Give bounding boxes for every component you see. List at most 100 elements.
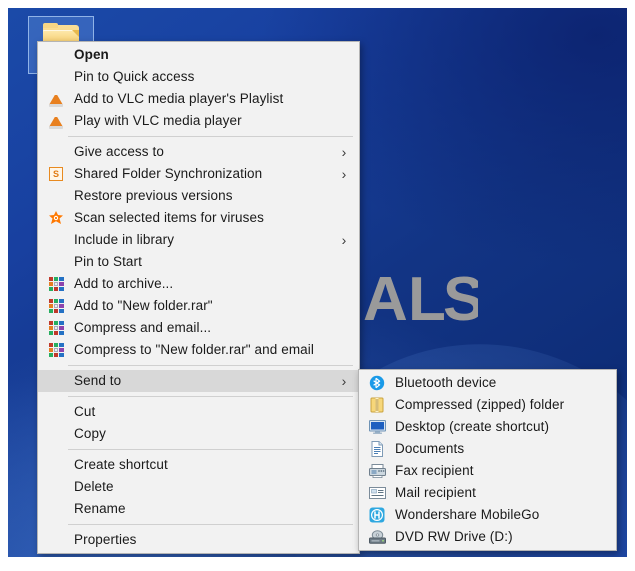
menu-item[interactable]: Give access to › [38,141,359,163]
frame-bottom [0,557,635,571]
menu-item[interactable]: Play with VLC media player [38,110,359,132]
menu-item[interactable]: Add to archive... [38,273,359,295]
icon-placeholder [44,143,68,161]
icon-placeholder [44,46,68,64]
menu-item[interactable]: Restore previous versions [38,185,359,207]
menu-item-label: Cut [74,404,96,419]
desktop-icon [365,418,389,436]
icon-placeholder [44,68,68,86]
avast-icon [44,209,68,227]
menu-item[interactable]: Copy [38,423,359,445]
menu-separator [68,396,353,397]
menu-item-label: Wondershare MobileGo [395,507,540,522]
menu-item-label: Compress and email... [74,320,212,335]
menu-item[interactable]: Compress to "New folder.rar" and email [38,339,359,361]
zipped-folder-icon [365,396,389,414]
mobilego-icon [365,506,389,524]
fax-icon [365,462,389,480]
menu-item-label: Open [74,47,109,62]
menu-item-label: Shared Folder Synchronization [74,166,263,181]
winrar-icon [44,275,68,293]
menu-item[interactable]: Desktop (create shortcut) [359,416,616,438]
folder-context-menu[interactable]: Open Pin to Quick access Add to VLC media … [37,41,360,554]
menu-item[interactable]: Send to › [38,370,359,392]
icon-placeholder [44,531,68,549]
chevron-right-icon: › [341,373,347,389]
chevron-right-icon: › [341,144,347,160]
menu-item[interactable]: Create shortcut [38,454,359,476]
menu-item-label: Give access to [74,144,164,159]
menu-item-label: Desktop (create shortcut) [395,419,550,434]
svg-text:A: A [363,265,410,334]
menu-item-label: Restore previous versions [74,188,233,203]
menu-item-label: Compress to "New folder.rar" and email [74,342,314,357]
send-to-submenu[interactable]: Bluetooth device Compressed (zipped) fold… [358,369,617,551]
menu-item-label: Pin to Start [74,254,142,269]
menu-item[interactable]: Fax recipient [359,460,616,482]
menu-item[interactable]: Include in library › [38,229,359,251]
icon-placeholder [44,187,68,205]
svg-text:L: L [408,265,448,334]
menu-item-label: Bluetooth device [395,375,497,390]
screenshot-root: New A P U A L S [0,0,635,571]
menu-item[interactable]: Documents [359,438,616,460]
winrar-icon [44,319,68,337]
menu-item[interactable]: Cut [38,401,359,423]
menu-item-label: Create shortcut [74,457,168,472]
dvd-drive-icon [365,528,389,546]
icon-placeholder [44,253,68,271]
frame-right [627,0,635,571]
icon-placeholder [44,403,68,421]
menu-item[interactable]: Scan selected items for viruses [38,207,359,229]
mail-icon [365,484,389,502]
menu-item[interactable]: DVD RW Drive (D:) [359,526,616,548]
menu-item-label: Delete [74,479,114,494]
menu-item-label: Fax recipient [395,463,474,478]
menu-item[interactable]: Rename [38,498,359,520]
menu-item-label: Pin to Quick access [74,69,195,84]
menu-item-label: Copy [74,426,106,441]
menu-separator [68,449,353,450]
shared-folder-sync-icon: S [44,165,68,183]
vlc-icon [44,112,68,130]
menu-item[interactable]: Pin to Quick access [38,66,359,88]
chevron-right-icon: › [341,166,347,182]
icon-placeholder [44,372,68,390]
frame-top [0,0,635,8]
winrar-icon [44,297,68,315]
menu-item[interactable]: Pin to Start [38,251,359,273]
menu-item[interactable]: Wondershare MobileGo [359,504,616,526]
menu-item[interactable]: Open [38,44,359,66]
vlc-icon [44,90,68,108]
icon-placeholder [44,425,68,443]
menu-item-label: Scan selected items for viruses [74,210,264,225]
menu-item-label: Properties [74,532,137,547]
documents-icon [365,440,389,458]
menu-item[interactable]: Mail recipient [359,482,616,504]
menu-item-label: Documents [395,441,465,456]
menu-item[interactable]: Delete [38,476,359,498]
frame-left [0,0,8,571]
menu-item[interactable]: Compress and email... [38,317,359,339]
menu-item-label: Add to "New folder.rar" [74,298,213,313]
menu-item[interactable]: Properties [38,529,359,551]
icon-placeholder [44,478,68,496]
menu-item-label: DVD RW Drive (D:) [395,529,513,544]
menu-item-label: Rename [74,501,126,516]
menu-item-label: Play with VLC media player [74,113,242,128]
svg-text:S: S [443,265,478,334]
menu-item[interactable]: Add to VLC media player's Playlist [38,88,359,110]
bluetooth-icon [365,374,389,392]
menu-item-label: Add to archive... [74,276,174,291]
menu-item[interactable]: Bluetooth device [359,372,616,394]
menu-separator [68,136,353,137]
menu-separator [68,365,353,366]
menu-item[interactable]: Add to "New folder.rar" [38,295,359,317]
icon-placeholder [44,231,68,249]
menu-item[interactable]: S Shared Folder Synchronization › [38,163,359,185]
menu-separator [68,524,353,525]
menu-item-label: Send to [74,373,122,388]
menu-item-label: Mail recipient [395,485,476,500]
menu-item[interactable]: Compressed (zipped) folder [359,394,616,416]
icon-placeholder [44,500,68,518]
